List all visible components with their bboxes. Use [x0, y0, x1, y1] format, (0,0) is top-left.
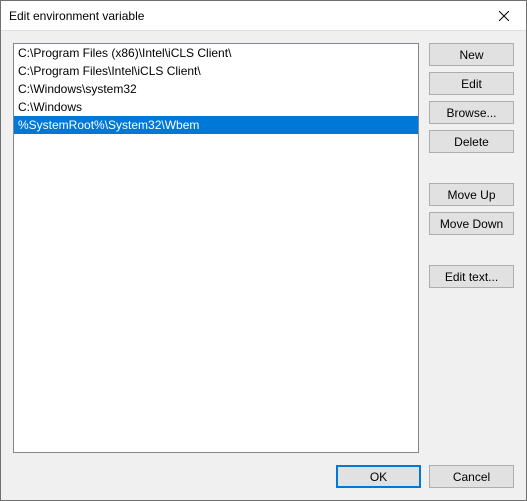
titlebar: Edit environment variable [1, 1, 526, 31]
list-item[interactable]: C:\Windows [14, 98, 418, 116]
list-item[interactable]: C:\Windows\system32 [14, 80, 418, 98]
edit-button[interactable]: Edit [429, 72, 514, 95]
new-button[interactable]: New [429, 43, 514, 66]
close-icon [499, 11, 509, 21]
window-title: Edit environment variable [1, 9, 144, 23]
spacer [429, 159, 514, 177]
footer: OK Cancel [1, 453, 526, 500]
path-list[interactable]: C:\Program Files (x86)\Intel\iCLS Client… [14, 44, 418, 452]
list-item[interactable]: C:\Program Files (x86)\Intel\iCLS Client… [14, 44, 418, 62]
move-down-button[interactable]: Move Down [429, 212, 514, 235]
browse-button[interactable]: Browse... [429, 101, 514, 124]
edit-text-button[interactable]: Edit text... [429, 265, 514, 288]
delete-button[interactable]: Delete [429, 130, 514, 153]
cancel-button[interactable]: Cancel [429, 465, 514, 488]
ok-button[interactable]: OK [336, 465, 421, 488]
move-up-button[interactable]: Move Up [429, 183, 514, 206]
path-list-container: C:\Program Files (x86)\Intel\iCLS Client… [13, 43, 419, 453]
dialog-window: Edit environment variable C:\Program Fil… [0, 0, 527, 501]
button-sidebar: New Edit Browse... Delete Move Up Move D… [429, 43, 514, 453]
list-item[interactable]: %SystemRoot%\System32\Wbem [14, 116, 418, 134]
spacer [429, 241, 514, 259]
close-button[interactable] [481, 1, 526, 31]
content-area: C:\Program Files (x86)\Intel\iCLS Client… [1, 31, 526, 453]
list-item[interactable]: C:\Program Files\Intel\iCLS Client\ [14, 62, 418, 80]
